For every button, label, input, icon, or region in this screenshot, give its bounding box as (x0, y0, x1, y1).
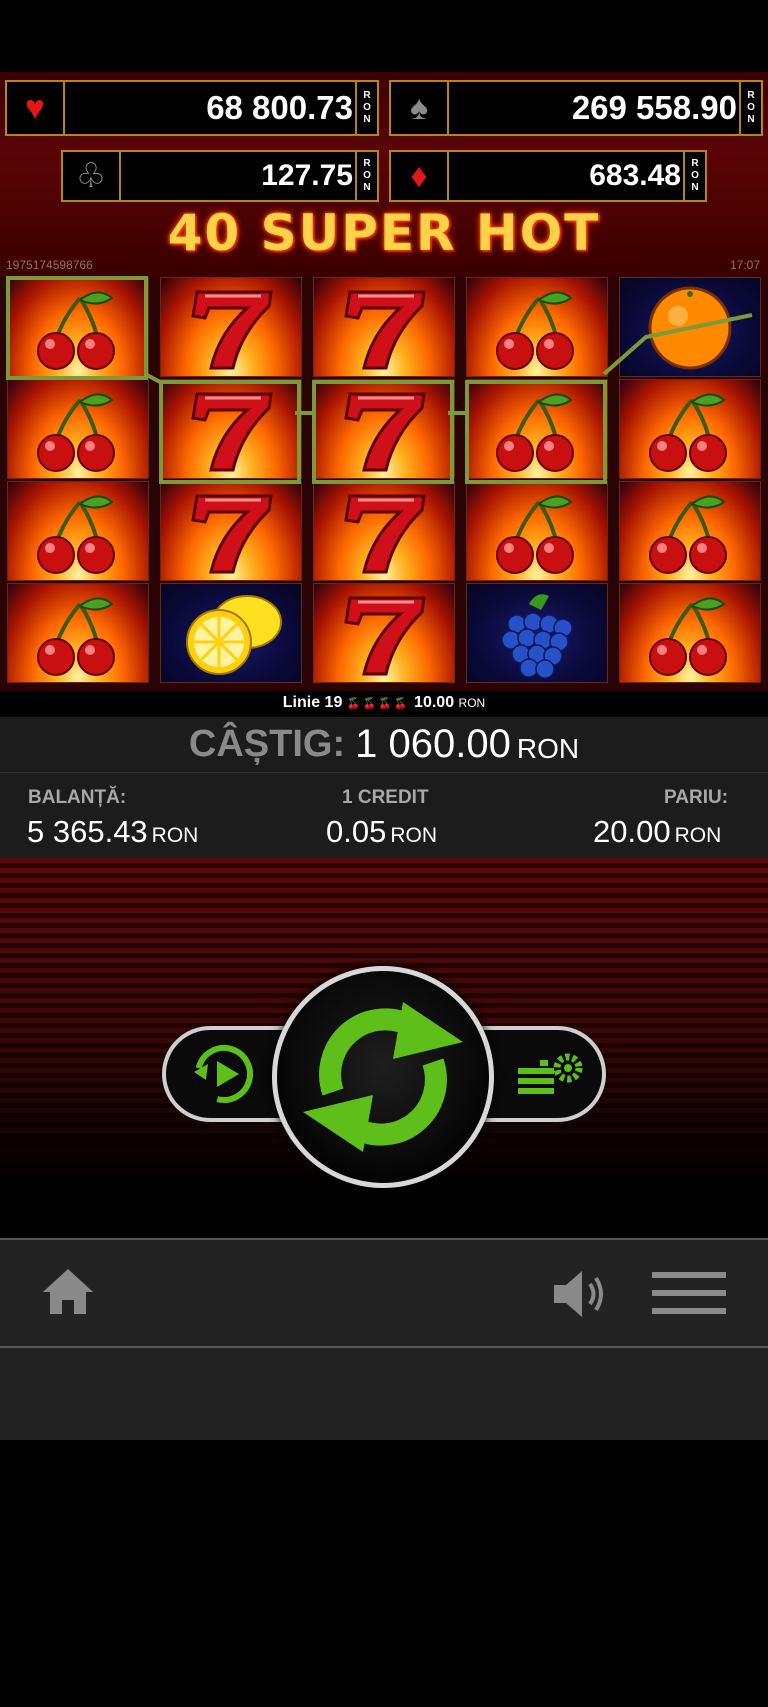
line-win-info: Linie 19 🍒🍒🍒🍒 10.00 RON (0, 694, 768, 712)
bet-currency: RON (674, 824, 722, 847)
spin-button[interactable] (272, 966, 494, 1188)
game-title: 40 SUPER HOT (167, 204, 601, 262)
bet-value[interactable]: 20.00 RON (593, 814, 721, 850)
bet-settings-icon (518, 1053, 583, 1094)
line-amount: 10.00 (414, 694, 455, 711)
balance-label: BALANȚĂ: (28, 787, 127, 808)
currency-letter: R (691, 158, 699, 169)
jackpot-currency: R O N (739, 82, 761, 134)
info-bar: BALANȚĂ: 5 365.43 RON 1 CREDIT 0.05 RON PA… (0, 773, 768, 858)
currency-letter: O (747, 102, 755, 113)
jackpot-currency: R O N (355, 152, 377, 200)
hamburger-menu-icon[interactable] (652, 1272, 728, 1318)
currency-letter: O (363, 102, 371, 113)
spin-icon (303, 1002, 463, 1152)
win-label: CÂȘTIG: (188, 723, 346, 765)
spades-icon: ♠ (391, 82, 449, 134)
bet-amount: 20.00 (593, 814, 671, 849)
win-bar: CÂȘTIG: 1 060.00 RON (0, 717, 768, 773)
currency-letter: N (691, 182, 699, 193)
currency-letter: R (363, 90, 371, 101)
currency-letter: O (691, 170, 699, 181)
balance-currency: RON (151, 824, 199, 847)
clock: 17:07 (729, 258, 760, 272)
currency-letter: R (747, 90, 755, 101)
jackpot-clubs: ♧ 127.75 R O N (61, 150, 379, 202)
balance-amount: 5 365.43 (27, 814, 148, 849)
currency-letter: N (747, 114, 755, 125)
line-currency: RON (458, 696, 486, 710)
footer-strip (0, 1348, 768, 1440)
cherry-icon: 🍒🍒🍒🍒 (346, 698, 410, 710)
win-line (146, 313, 753, 415)
speaker-icon[interactable] (550, 1268, 610, 1320)
diamonds-icon: ♦ (391, 152, 449, 200)
autoplay-icon (194, 1045, 254, 1103)
game-round-id: 1975174598766 (6, 258, 93, 272)
line-label: Linie 19 (282, 694, 343, 711)
currency-letter: N (363, 182, 371, 193)
jackpot-clubs-value: 127.75 (261, 159, 353, 192)
jackpot-spades-value: 269 558.90 (571, 89, 737, 126)
credit-label[interactable]: 1 CREDIT (342, 787, 429, 809)
bottom-nav-bar (0, 1238, 768, 1348)
credit-currency: RON (390, 824, 438, 847)
balance-value: 5 365.43 RON (27, 814, 198, 850)
clubs-icon: ♧ (63, 152, 121, 200)
win-currency: RON (516, 732, 580, 764)
jackpot-currency: R O N (355, 82, 377, 134)
jackpot-hearts-value: 68 800.73 (206, 89, 353, 126)
jackpot-hearts: ♥ 68 800.73 R O N (5, 80, 379, 136)
currency-letter: R (363, 158, 371, 169)
credit-value[interactable]: 0.05 RON (326, 814, 437, 850)
win-line-overlay (146, 313, 753, 415)
jackpot-currency: R O N (683, 152, 705, 200)
currency-letter: O (363, 170, 371, 181)
bet-label[interactable]: PARIU: (664, 787, 728, 809)
win-amount: 1 060.00 (355, 722, 511, 766)
jackpot-spades: ♠ 269 558.90 R O N (389, 80, 763, 136)
currency-letter: N (363, 114, 371, 125)
hearts-icon: ♥ (7, 82, 65, 134)
home-icon[interactable] (40, 1266, 96, 1318)
jackpot-diamonds-value: 683.48 (589, 159, 681, 192)
credit-amount: 0.05 (326, 814, 387, 849)
jackpot-diamonds: ♦ 683.48 R O N (389, 150, 707, 202)
